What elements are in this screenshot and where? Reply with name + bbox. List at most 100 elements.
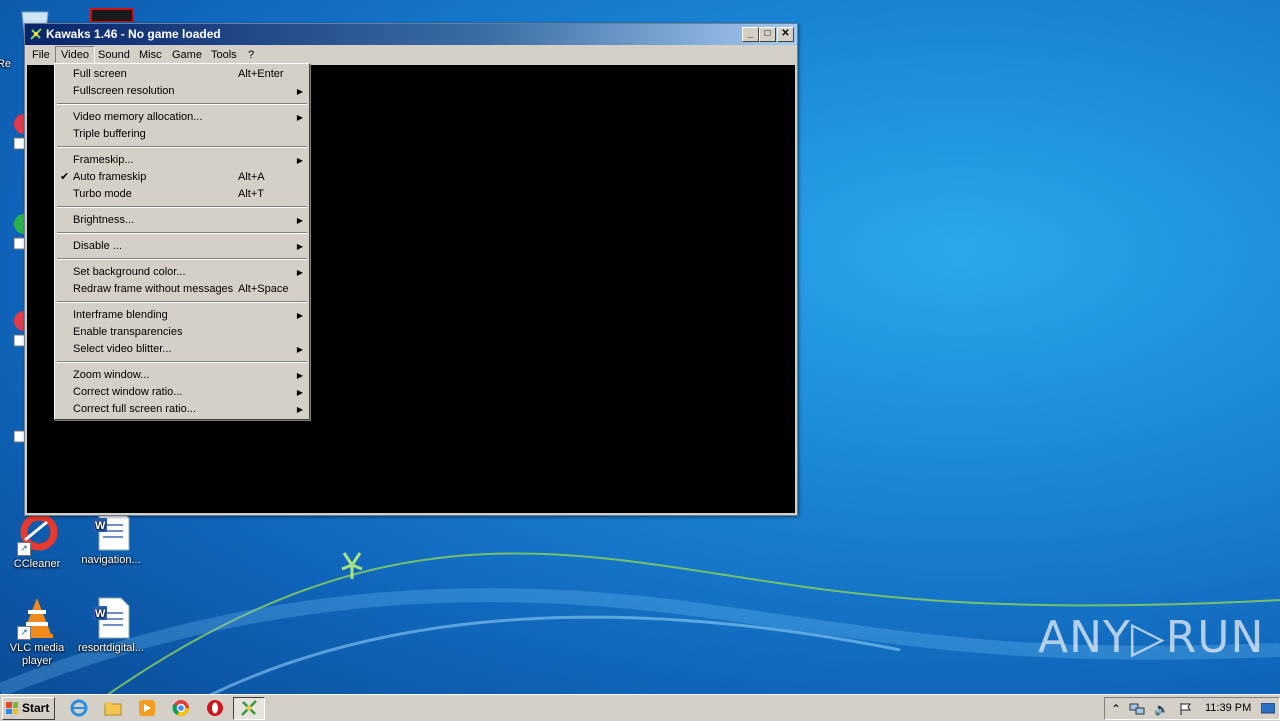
menu-sound[interactable]: Sound: [93, 47, 135, 63]
taskbar-button-kawaks[interactable]: [233, 697, 265, 720]
opera-icon[interactable]: [206, 699, 224, 717]
vlc-icon: ↗: [17, 596, 57, 640]
red-app-icon[interactable]: [90, 8, 134, 23]
menu-file[interactable]: File: [27, 47, 55, 63]
menu-item-label: Zoom window...: [73, 369, 150, 381]
video-menu-dropdown: Full screen Alt+Enter Fullscreen resolut…: [54, 63, 310, 420]
menu-item-video-memory[interactable]: Video memory allocation... ▶: [55, 109, 309, 126]
desktop-icon-vlc[interactable]: ↗ VLC media player: [0, 596, 74, 668]
menu-separator: [57, 301, 307, 303]
menu-item-label: Interframe blending: [73, 309, 168, 321]
menu-item-video-blitter[interactable]: Select video blitter... ▶: [55, 341, 309, 358]
close-button[interactable]: ✕: [777, 27, 794, 42]
desktop-icon-navigation[interactable]: W navigation...: [74, 508, 148, 567]
menu-item-label: Triple buffering: [73, 128, 146, 140]
menu-item-brightness[interactable]: Brightness... ▶: [55, 212, 309, 229]
menu-item-fullscreen-ratio[interactable]: Correct full screen ratio... ▶: [55, 401, 309, 418]
menu-game[interactable]: Game: [167, 47, 207, 63]
menu-item-shortcut: Alt+Enter: [238, 68, 284, 80]
checkmark-icon: ✔: [60, 171, 70, 183]
windows-logo-icon: [6, 702, 18, 714]
shortcut-arrow-icon: ↗: [17, 626, 31, 640]
menu-item-label: Correct full screen ratio...: [73, 403, 196, 415]
submenu-arrow-icon: ▶: [296, 216, 303, 225]
menu-item-background-color[interactable]: Set background color... ▶: [55, 264, 309, 281]
show-hidden-icon[interactable]: ⌃: [1111, 702, 1121, 716]
explorer-icon[interactable]: [104, 699, 122, 717]
submenu-arrow-icon: ▶: [296, 87, 303, 96]
menu-item-full-screen[interactable]: Full screen Alt+Enter: [55, 66, 309, 83]
menu-separator: [57, 103, 307, 105]
kawaks-icon: [29, 27, 43, 41]
chrome-icon[interactable]: [172, 699, 190, 717]
ccleaner-icon: ↗: [17, 512, 58, 556]
menu-item-disable[interactable]: Disable ... ▶: [55, 238, 309, 255]
menu-item-shortcut: Alt+A: [238, 171, 265, 183]
menu-separator: [57, 258, 307, 260]
menu-item-redraw-frame[interactable]: Redraw frame without messages Alt+Space: [55, 281, 309, 298]
submenu-arrow-icon: ▶: [296, 405, 303, 414]
menu-item-turbo-mode[interactable]: Turbo mode Alt+T: [55, 186, 309, 203]
menu-item-frameskip[interactable]: Frameskip... ▶: [55, 152, 309, 169]
menu-item-auto-frameskip[interactable]: ✔ Auto frameskip Alt+A: [55, 169, 309, 186]
menu-item-zoom-window[interactable]: Zoom window... ▶: [55, 367, 309, 384]
volume-icon[interactable]: 🔈: [1154, 702, 1169, 716]
submenu-arrow-icon: ▶: [296, 156, 303, 165]
menu-item-label: Turbo mode: [73, 188, 132, 200]
shortcut-arrow-icon: ↗: [17, 542, 31, 556]
menu-item-enable-transparencies[interactable]: Enable transparencies: [55, 324, 309, 341]
menu-item-label: Frameskip...: [73, 154, 134, 166]
menu-help[interactable]: ?: [243, 47, 259, 63]
menu-item-shortcut: Alt+T: [238, 188, 264, 200]
wallpaper-logo: [341, 552, 363, 579]
network-icon[interactable]: [1129, 702, 1145, 716]
window-title: Kawaks 1.46 - No game loaded: [46, 27, 221, 41]
menu-item-label: Correct window ratio...: [73, 386, 183, 398]
kawaks-icon: [241, 700, 257, 716]
media-player-icon[interactable]: [138, 699, 156, 717]
submenu-arrow-icon: ▶: [296, 268, 303, 277]
start-label: Start: [22, 701, 50, 715]
svg-text:W: W: [95, 520, 106, 532]
menu-tools[interactable]: Tools: [206, 47, 242, 63]
taskbar: Start ⌃ 🔈 11:39 PM: [0, 694, 1280, 721]
menu-item-label: Set background color...: [73, 266, 186, 278]
menu-item-label: Brightness...: [73, 214, 135, 226]
menu-item-interframe-blending[interactable]: Interframe blending ▶: [55, 307, 309, 324]
menu-item-window-ratio[interactable]: Correct window ratio... ▶: [55, 384, 309, 401]
submenu-arrow-icon: ▶: [296, 311, 303, 320]
show-desktop-icon[interactable]: [1261, 703, 1275, 715]
menu-separator: [57, 206, 307, 208]
menu-item-triple-buffering[interactable]: Triple buffering: [55, 126, 309, 143]
menu-bar: File Video Sound Misc Game Tools ?: [25, 45, 797, 64]
submenu-arrow-icon: ▶: [296, 371, 303, 380]
system-tray: ⌃ 🔈 11:39 PM: [1104, 697, 1280, 720]
submenu-arrow-icon: ▶: [296, 345, 303, 354]
internet-explorer-icon[interactable]: [70, 699, 88, 717]
desktop-icon-label: resortdigital...: [77, 642, 145, 654]
menu-item-label: Fullscreen resolution: [73, 85, 175, 97]
maximize-button[interactable]: □: [759, 27, 776, 42]
menu-item-label: Full screen: [73, 68, 127, 80]
desktop-icon-label: VLC media player: [9, 642, 65, 667]
submenu-arrow-icon: ▶: [296, 388, 303, 397]
desktop-icon-resortdigital[interactable]: W resortdigital...: [74, 596, 148, 655]
title-bar[interactable]: Kawaks 1.46 - No game loaded _ □ ✕: [25, 24, 797, 45]
clock[interactable]: 11:39 PM: [1205, 698, 1251, 719]
menu-item-fullscreen-resolution[interactable]: Fullscreen resolution ▶: [55, 83, 309, 100]
start-button[interactable]: Start: [2, 697, 55, 720]
menu-separator: [57, 232, 307, 234]
minimize-button[interactable]: _: [742, 27, 759, 42]
menu-item-label: Select video blitter...: [73, 343, 172, 355]
desktop-icon-label: CCleaner: [13, 558, 61, 570]
anyrun-watermark: ANY▷RUN: [1038, 612, 1265, 663]
flag-icon[interactable]: [1179, 702, 1193, 716]
menu-misc[interactable]: Misc: [134, 47, 167, 63]
word-document-icon: W: [91, 596, 131, 640]
menu-item-label: Redraw frame without messages: [73, 283, 234, 295]
menu-item-shortcut: Alt+Space: [238, 283, 289, 295]
menu-video[interactable]: Video: [55, 46, 95, 64]
menu-item-label: Video memory allocation...: [73, 111, 203, 123]
desktop-icon-ccleaner[interactable]: ↗ CCleaner: [0, 512, 74, 571]
submenu-arrow-icon: ▶: [296, 242, 303, 251]
